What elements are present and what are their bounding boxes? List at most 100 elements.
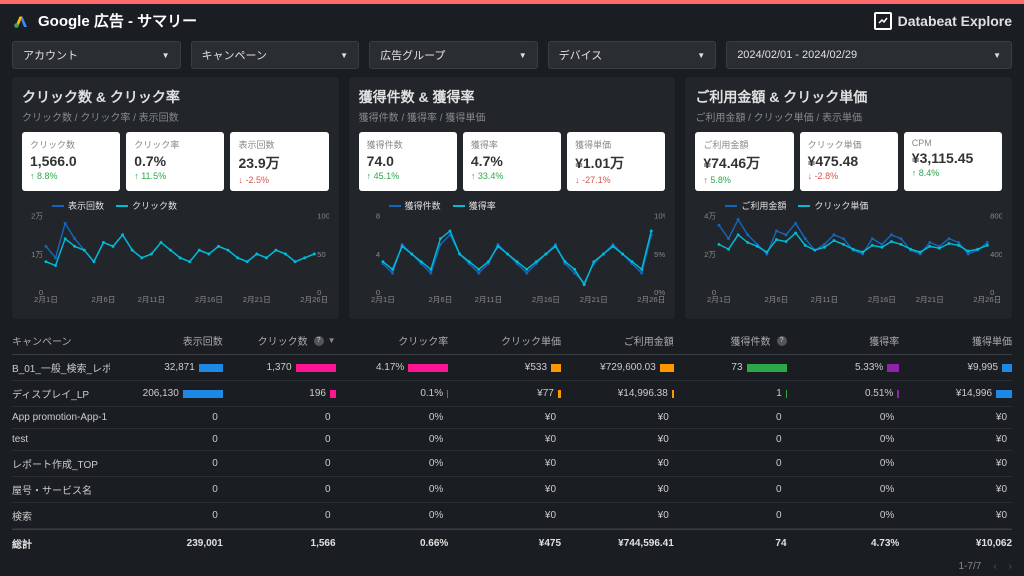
svg-text:2月16日: 2月16日 <box>532 295 560 304</box>
filter-account[interactable]: アカウント▼ <box>12 41 181 69</box>
bar-indicator <box>183 390 223 398</box>
table-cell: 0.1% <box>336 388 449 399</box>
table-cell: 0 <box>110 484 223 495</box>
prev-page-icon[interactable]: ‹ <box>993 561 996 572</box>
svg-text:50: 50 <box>317 250 326 259</box>
table-cell: 196 <box>223 388 336 399</box>
table-cell: ¥9,995 <box>899 362 1012 373</box>
table-cell: 0% <box>336 412 449 423</box>
table-cell: ¥0 <box>561 458 674 469</box>
card-value: 1,566.0 <box>30 153 112 169</box>
filter-adgroup[interactable]: 広告グループ▼ <box>369 41 538 69</box>
table-cell: ¥0 <box>448 434 561 445</box>
card-value: ¥3,115.45 <box>912 150 994 166</box>
table-header-cell[interactable]: 獲得単価 <box>899 333 1012 348</box>
svg-text:1万: 1万 <box>31 250 43 259</box>
card-value: 4.7% <box>471 153 553 169</box>
card-change: ↓ -2.8% <box>808 171 890 181</box>
svg-text:2万: 2万 <box>31 212 43 221</box>
card-change: ↓ -27.1% <box>575 175 657 185</box>
svg-text:4万: 4万 <box>705 212 717 221</box>
table-cell: 0 <box>223 510 336 521</box>
chart-svg: 02万4万04008002月1日2月6日2月11日2月16日2月21日2月26日 <box>695 199 1002 309</box>
table-header-cell[interactable]: ご利用金額 <box>561 333 674 348</box>
panels: クリック数 & クリック率 クリック数 / クリック率 / 表示回数 クリック数… <box>0 77 1024 327</box>
table-header-cell[interactable]: 表示回数 <box>110 333 223 348</box>
card-change: ↑ 5.8% <box>703 175 785 185</box>
filter-device[interactable]: デバイス▼ <box>548 41 717 69</box>
table-cell: 0% <box>787 458 900 469</box>
table-footer-cell: ¥744,596.41 <box>561 536 674 551</box>
table-row[interactable]: ディスプレイ_LP206,1301960.1%¥77¥14,996.3810.5… <box>12 381 1012 407</box>
metric-card: ご利用金額 ¥74.46万 ↑ 5.8% <box>695 132 793 191</box>
table-header-cell[interactable]: クリック数 ? ▼ <box>223 333 336 348</box>
table-cell: 0 <box>674 434 787 445</box>
table-header-cell[interactable]: 獲得率 <box>787 333 900 348</box>
chevron-down-icon: ▼ <box>519 51 527 60</box>
table-cell: 0 <box>223 484 336 495</box>
table-cell: 0 <box>223 458 336 469</box>
cards: 獲得件数 74.0 ↑ 45.1% 獲得率 4.7% ↑ 33.4% 獲得単価 … <box>359 132 666 191</box>
table-cell: 0 <box>674 458 787 469</box>
table-footer-cell: 74 <box>674 536 787 551</box>
table-row[interactable]: B_01_一般_検索_レポ...32,8711,3704.17%¥533¥729… <box>12 355 1012 381</box>
table-cell: 0.51% <box>787 388 900 399</box>
chevron-down-icon: ▼ <box>162 51 170 60</box>
table-row[interactable]: App promotion-App-1000%¥0¥000%¥0 <box>12 407 1012 429</box>
table-header-cell[interactable]: クリック率 <box>336 333 449 348</box>
legend-label: クリック数 <box>132 199 177 212</box>
sort-indicator: ▼ <box>328 336 336 345</box>
svg-text:2月6日: 2月6日 <box>428 295 452 304</box>
panel-title: ご利用金額 & クリック単価 <box>695 87 1002 107</box>
panel: 獲得件数 & 獲得率 獲得件数 / 獲得率 / 獲得単価 獲得件数 74.0 ↑… <box>349 77 676 319</box>
svg-text:2月11日: 2月11日 <box>811 295 839 304</box>
table-cell: ¥0 <box>561 484 674 495</box>
chart: ご利用金額 クリック単価 02万4万04008002月1日2月6日2月11日2月… <box>695 199 1002 309</box>
table-cell: 0% <box>787 510 900 521</box>
chevron-down-icon: ▼ <box>340 51 348 60</box>
table-body: B_01_一般_検索_レポ...32,8711,3704.17%¥533¥729… <box>12 355 1012 529</box>
table-cell: 0% <box>336 434 449 445</box>
table-cell: 0 <box>110 510 223 521</box>
svg-text:2月16日: 2月16日 <box>868 295 896 304</box>
card-label: 獲得単価 <box>575 138 657 151</box>
table-cell: 検索 <box>12 508 110 523</box>
card-change: ↑ 33.4% <box>471 171 553 181</box>
table-cell: ¥0 <box>448 510 561 521</box>
chevron-down-icon: ▼ <box>993 51 1001 60</box>
table-cell: ¥0 <box>448 412 561 423</box>
metric-card: クリック数 1,566.0 ↑ 8.8% <box>22 132 120 191</box>
next-page-icon[interactable]: › <box>1009 561 1012 572</box>
metric-card: 獲得単価 ¥1.01万 ↓ -27.1% <box>567 132 665 191</box>
table-row[interactable]: 屋号・サービス名000%¥0¥000%¥0 <box>12 477 1012 503</box>
filter-campaign[interactable]: キャンペーン▼ <box>191 41 360 69</box>
card-change: ↑ 8.8% <box>30 171 112 181</box>
metric-card: クリック単価 ¥475.48 ↓ -2.8% <box>800 132 898 191</box>
filter-daterange[interactable]: 2024/02/01 - 2024/02/29▼ <box>726 41 1012 69</box>
table-footer-cell: 1,566 <box>223 536 336 551</box>
card-label: クリック率 <box>134 138 216 151</box>
card-value: ¥74.46万 <box>703 153 785 173</box>
table-header-cell[interactable]: キャンペーン <box>12 333 110 348</box>
table-header-cell[interactable]: 獲得件数 ? <box>674 333 787 348</box>
svg-text:2月1日: 2月1日 <box>707 295 731 304</box>
panel: ご利用金額 & クリック単価 ご利用金額 / クリック単価 / 表示単価 ご利用… <box>685 77 1012 319</box>
table-cell: 1 <box>674 388 787 399</box>
bar-indicator <box>199 364 223 372</box>
svg-text:2月26日: 2月26日 <box>300 295 328 304</box>
svg-text:2月26日: 2月26日 <box>637 295 665 304</box>
table-cell: ¥0 <box>899 412 1012 423</box>
table-cell: ¥0 <box>561 412 674 423</box>
table-row[interactable]: test000%¥0¥000%¥0 <box>12 429 1012 451</box>
table-row[interactable]: レポート作成_TOP000%¥0¥000%¥0 <box>12 451 1012 477</box>
table-footer: 総計239,0011,5660.66%¥475¥744,596.41744.73… <box>12 529 1012 557</box>
svg-text:8: 8 <box>375 212 379 221</box>
table-header-cell[interactable]: クリック単価 <box>448 333 561 348</box>
svg-text:2月26日: 2月26日 <box>974 295 1002 304</box>
table-cell: 0 <box>110 458 223 469</box>
chart-legend: 獲得件数 獲得率 <box>389 199 496 212</box>
table-row[interactable]: 検索000%¥0¥000%¥0 <box>12 503 1012 529</box>
bar-indicator <box>408 364 448 372</box>
svg-text:400: 400 <box>991 250 1003 259</box>
brand-icon <box>874 12 892 30</box>
